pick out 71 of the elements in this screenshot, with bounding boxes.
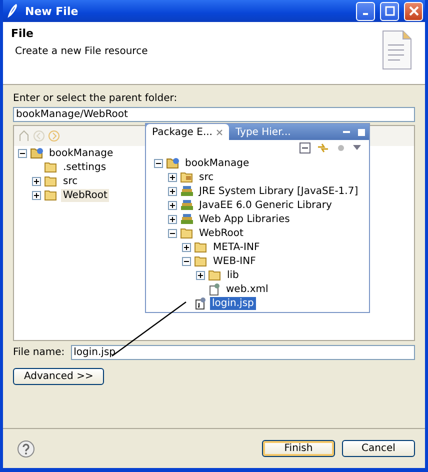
project-icon	[166, 157, 180, 169]
expand-toggle[interactable]	[32, 176, 41, 186]
tree-item[interactable]: login.jsp	[210, 296, 256, 310]
plus-icon	[183, 244, 190, 250]
books-icon	[180, 213, 194, 225]
plus-icon	[33, 178, 40, 184]
tree-item[interactable]: bookManage	[47, 146, 116, 160]
folder-icon	[208, 269, 222, 281]
folder-icon	[194, 241, 208, 253]
folder-icon	[194, 255, 208, 267]
expand-toggle[interactable]	[196, 270, 205, 280]
maximize-button[interactable]	[380, 2, 399, 20]
plus-icon	[169, 216, 176, 222]
collapse-toggle[interactable]	[154, 158, 163, 168]
folder-icon	[180, 171, 194, 183]
advanced-button[interactable]: Advanced >>	[13, 368, 104, 385]
close-icon	[408, 6, 418, 16]
page-icon	[208, 282, 221, 296]
expand-toggle[interactable]	[168, 200, 177, 210]
folder-icon	[44, 189, 58, 201]
header-description: Create a new File resource	[14, 46, 149, 57]
expand-toggle[interactable]	[168, 214, 177, 224]
tree-item[interactable]: .settings	[61, 160, 108, 174]
folder-icon	[44, 175, 58, 187]
dialog-button[interactable]: Cancel	[342, 440, 415, 457]
view-tab[interactable]: Package E...	[146, 124, 230, 140]
tree-item[interactable]: lib	[225, 268, 241, 282]
expand-toggle[interactable]	[32, 190, 41, 200]
plus-icon	[169, 174, 176, 180]
collapse-toggle[interactable]	[18, 148, 27, 158]
view-tab[interactable]: Type Hier...	[229, 124, 297, 140]
page-icon	[194, 296, 207, 310]
help-icon[interactable]	[17, 440, 35, 458]
plus-icon	[33, 192, 40, 198]
expand-toggle[interactable]	[168, 186, 177, 196]
plus-icon	[169, 188, 176, 194]
tree-item[interactable]: src	[197, 170, 216, 184]
minimize-button[interactable]	[356, 2, 375, 20]
collapse-toggle[interactable]	[168, 228, 177, 238]
close-button[interactable]	[404, 2, 423, 20]
tree-item[interactable]: Web App Libraries	[197, 212, 292, 226]
dialog-button[interactable]: Finish	[262, 440, 335, 457]
tree-item[interactable]: WEB-INF	[211, 254, 258, 268]
file-name-field[interactable]: login.jsp	[70, 345, 415, 360]
close-icon[interactable]	[216, 128, 224, 136]
window-title: New File	[25, 4, 80, 18]
header-title: File	[11, 27, 35, 40]
project-icon	[30, 147, 44, 159]
folder-field[interactable]: bookManage/WebRoot	[13, 107, 415, 122]
collapse-toggle[interactable]	[182, 256, 191, 266]
books-icon	[180, 185, 194, 197]
plus-icon	[197, 272, 204, 278]
tree-item[interactable]: JRE System Library [JavaSE-1.7]	[197, 184, 360, 198]
tree-item[interactable]: WebRoot	[61, 188, 110, 202]
tree-item[interactable]: WebRoot	[197, 226, 246, 240]
field-label: Enter or select the parent folder:	[13, 93, 178, 104]
folder-icon	[180, 227, 194, 239]
plus-icon	[169, 202, 176, 208]
tree-item[interactable]: src	[61, 174, 80, 188]
collapse-all-icon[interactable]	[299, 142, 311, 154]
tree-item[interactable]: web.xml	[224, 282, 270, 296]
tree-item[interactable]: JavaEE 6.0 Generic Library	[197, 198, 334, 212]
books-icon	[180, 199, 194, 211]
field-label: File name:	[13, 347, 65, 358]
app-icon	[6, 4, 20, 18]
expand-toggle[interactable]	[168, 172, 177, 182]
expand-toggle[interactable]	[182, 242, 191, 252]
folder-icon	[44, 161, 58, 173]
maximize-icon	[384, 6, 394, 16]
tree-item[interactable]: META-INF	[211, 240, 262, 254]
tree-item[interactable]: bookManage	[183, 156, 252, 170]
